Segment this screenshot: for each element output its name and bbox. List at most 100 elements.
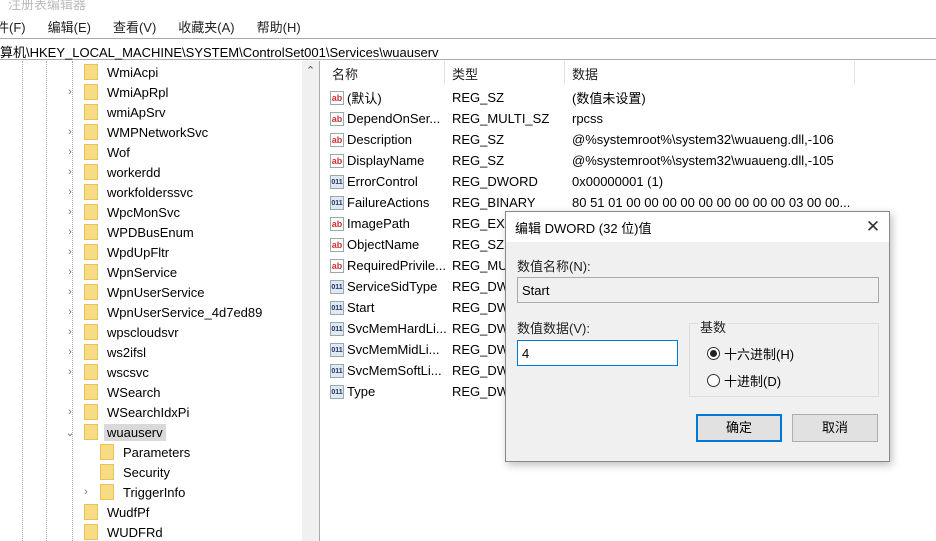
chevron-right-icon[interactable]: ›	[64, 326, 76, 338]
tree-item-label: Wof	[107, 144, 130, 160]
chevron-right-icon[interactable]: ›	[64, 246, 76, 258]
binary-value-icon: 011	[330, 174, 344, 189]
tree-item[interactable]: WudfPf	[64, 502, 152, 522]
chevron-right-icon[interactable]: ›	[64, 406, 76, 418]
tree-item[interactable]: › workerdd	[64, 162, 163, 182]
radio-decimal-label: 十进制(D)	[724, 374, 782, 389]
chevron-right-icon[interactable]: ›	[64, 266, 76, 278]
column-header-name[interactable]: 名称	[325, 61, 445, 85]
cancel-button[interactable]: 取消	[792, 414, 878, 442]
tree-item[interactable]: › WMPNetworkSvc	[64, 122, 211, 142]
registry-tree: WmiAcpi › WmiApRpl wmiApSrv › WMPNetworkSvc › W…	[0, 61, 320, 541]
folder-icon	[84, 164, 98, 180]
tree-item-label: ws2ifsl	[107, 344, 147, 360]
menu-item[interactable]: 查看(V)	[113, 17, 156, 36]
chevron-right-icon[interactable]: ›	[64, 306, 76, 318]
value-name: DependOnSer...	[347, 111, 441, 126]
tree-item[interactable]: ⌄ wuauserv	[64, 422, 166, 442]
chevron-right-icon[interactable]: ›	[64, 206, 76, 218]
value-row[interactable]: 011 ErrorControl REG_DWORD 0x00000001 (1)	[330, 171, 930, 192]
tree-item-label: wuauserv	[104, 423, 166, 441]
radio-hex-button[interactable]	[707, 347, 720, 360]
string-value-icon: ab	[330, 132, 344, 147]
chevron-right-icon[interactable]: ›	[64, 366, 76, 378]
radio-decimal-button[interactable]	[707, 374, 720, 387]
value-name: ObjectName	[347, 237, 420, 252]
menu-item[interactable]: 编辑(E)	[48, 17, 91, 36]
tree-item-label: WmiApRpl	[107, 84, 169, 100]
ok-button[interactable]: 确定	[696, 414, 782, 442]
value-type: REG_MULTI_SZ	[452, 111, 550, 126]
value-data-label: 数值数据(V):	[517, 321, 590, 336]
address-bar[interactable]: 算机\HKEY_LOCAL_MACHINE\SYSTEM\ControlSet0…	[0, 38, 936, 60]
folder-icon	[84, 284, 98, 300]
tree-item[interactable]: › WpnUserService	[64, 282, 208, 302]
tree-item[interactable]: › ws2ifsl	[64, 342, 149, 362]
string-value-icon: ab	[330, 258, 344, 273]
tree-item[interactable]: › TriggerInfo	[80, 482, 188, 502]
value-data: @%systemroot%\system32\wuaueng.dll,-106	[572, 132, 834, 147]
value-row[interactable]: ab DisplayName REG_SZ @%systemroot%\system3…	[330, 150, 930, 171]
folder-icon	[100, 444, 114, 460]
tree-item[interactable]: › WpdUpFltr	[64, 242, 172, 262]
tree-item[interactable]: › Wof	[64, 142, 133, 162]
value-row[interactable]: ab (默认) REG_SZ (数值未设置)	[330, 87, 930, 108]
tree-item[interactable]: Security	[80, 462, 173, 482]
tree-item[interactable]: › WSearchIdxPi	[64, 402, 192, 422]
tree-item-label: WMPNetworkSvc	[107, 124, 209, 140]
tree-item-label: WpnUserService_4d7ed89	[107, 304, 263, 320]
chevron-down-icon[interactable]: ⌄	[64, 426, 76, 439]
tree-item[interactable]: WSearch	[64, 382, 163, 402]
chevron-right-icon[interactable]: ›	[64, 346, 76, 358]
tree-item[interactable]: Parameters	[80, 442, 193, 462]
tree-item-label: Parameters	[123, 444, 191, 460]
chevron-right-icon[interactable]: ›	[64, 86, 76, 98]
value-data-input[interactable]: 4	[517, 340, 678, 366]
chevron-right-icon[interactable]: ›	[64, 186, 76, 198]
tree-item[interactable]: › WmiApRpl	[64, 82, 171, 102]
column-header-type[interactable]: 类型	[445, 61, 565, 85]
tree-scrollbar[interactable]: ⌃	[302, 61, 319, 541]
value-row[interactable]: ab Description REG_SZ @%systemroot%\system3…	[330, 129, 930, 150]
value-name: FailureActions	[347, 195, 430, 210]
tree-item-label: TriggerInfo	[123, 484, 186, 500]
folder-icon	[84, 264, 98, 280]
tree-item[interactable]: › WPDBusEnum	[64, 222, 197, 242]
string-value-icon: ab	[330, 237, 344, 252]
folder-icon	[84, 404, 98, 420]
value-row[interactable]: ab DependOnSer... REG_MULTI_SZ rpcss	[330, 108, 930, 129]
value-row[interactable]: 011 FailureActions REG_BINARY 80 51 01 00 0…	[330, 192, 930, 213]
folder-icon	[84, 204, 98, 220]
close-icon[interactable]: ✕	[857, 212, 889, 242]
tree-item[interactable]: › WpnUserService_4d7ed89	[64, 302, 265, 322]
menu-item[interactable]: 件(F)	[0, 17, 26, 36]
tree-item[interactable]: WmiAcpi	[64, 62, 161, 82]
tree-item[interactable]: › wpscloudsvr	[64, 322, 182, 342]
chevron-right-icon[interactable]: ›	[64, 126, 76, 138]
value-name-field[interactable]: Start	[517, 277, 879, 303]
scroll-up-icon[interactable]: ⌃	[302, 61, 319, 77]
binary-value-icon: 011	[330, 321, 344, 336]
tree-item-label: workerdd	[107, 164, 161, 180]
radio-decimal[interactable]: 十进制(D)	[707, 371, 781, 390]
chevron-right-icon[interactable]: ›	[64, 226, 76, 238]
tree-item[interactable]: WUDFRd	[64, 522, 166, 541]
chevron-right-icon[interactable]: ›	[80, 486, 92, 498]
folder-icon	[84, 424, 98, 440]
tree-item[interactable]: › workfolderssvc	[64, 182, 196, 202]
tree-item[interactable]: › wscsvc	[64, 362, 152, 382]
column-header-data[interactable]: 数据	[565, 61, 855, 85]
chevron-right-icon[interactable]: ›	[64, 286, 76, 298]
chevron-right-icon[interactable]: ›	[64, 146, 76, 158]
tree-item-label: WUDFRd	[107, 524, 163, 540]
tree-item[interactable]: › WpcMonSvc	[64, 202, 183, 222]
tree-item[interactable]: wmiApSrv	[64, 102, 169, 122]
tree-guide	[46, 61, 47, 541]
tree-item-label: WpdUpFltr	[107, 244, 170, 260]
chevron-right-icon[interactable]: ›	[64, 166, 76, 178]
folder-icon	[84, 524, 98, 540]
radio-hex[interactable]: 十六进制(H)	[707, 344, 794, 363]
menu-item[interactable]: 帮助(H)	[257, 17, 301, 36]
tree-item[interactable]: › WpnService	[64, 262, 180, 282]
menu-item[interactable]: 收藏夹(A)	[178, 17, 234, 36]
